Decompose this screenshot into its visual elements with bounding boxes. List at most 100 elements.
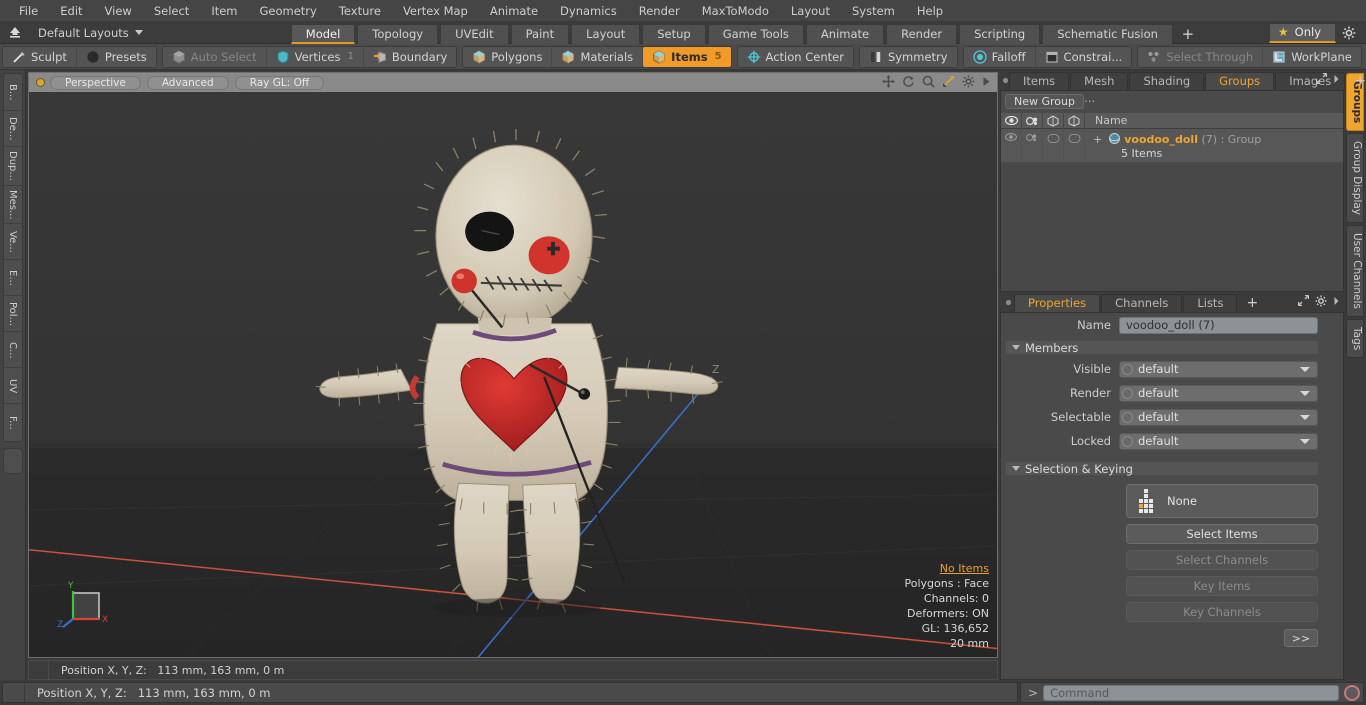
- symmetry-button[interactable]: Symmetry: [860, 47, 957, 67]
- menu-item-layout[interactable]: Layout: [780, 0, 841, 22]
- command-input[interactable]: Command: [1043, 684, 1339, 701]
- constraint-button[interactable]: Constrai...: [1036, 47, 1132, 67]
- gear-icon[interactable]: [1315, 295, 1327, 310]
- column-visibility[interactable]: [1001, 112, 1022, 129]
- tab-schematic-fusion[interactable]: Schematic Fusion: [1042, 23, 1173, 44]
- left-tab-basic[interactable]: B...: [3, 75, 22, 111]
- menu-item-item[interactable]: Item: [200, 0, 248, 22]
- row-selectable-toggle[interactable]: [1064, 129, 1085, 163]
- polygons-button[interactable]: Polygons: [463, 46, 553, 67]
- home-icon[interactable]: [4, 23, 26, 43]
- properties-add-tab-button[interactable]: +: [1238, 295, 1266, 312]
- menu-item-vertex-map[interactable]: Vertex Map: [392, 0, 479, 22]
- row-render-toggle[interactable]: [1022, 129, 1043, 163]
- tab-scripting[interactable]: Scripting: [959, 23, 1041, 44]
- tab-model[interactable]: Model: [290, 23, 356, 44]
- panel-tab-mesh[interactable]: Mesh ...: [1070, 72, 1129, 105]
- tab-setup[interactable]: Setup: [642, 23, 706, 44]
- menu-item-animate[interactable]: Animate: [479, 0, 549, 22]
- row-visibility-toggle[interactable]: [1001, 129, 1022, 163]
- render-dropdown[interactable]: default: [1119, 384, 1318, 402]
- only-toggle-button[interactable]: ★ Only: [1268, 22, 1336, 43]
- left-tab-duplicate[interactable]: Dup...: [3, 147, 22, 186]
- menu-item-system[interactable]: System: [841, 0, 906, 22]
- left-tab-edge[interactable]: E...: [3, 260, 22, 297]
- column-wireframe[interactable]: [1043, 112, 1064, 129]
- menu-item-select[interactable]: Select: [143, 0, 200, 22]
- tab-channels[interactable]: Channels: [1101, 294, 1183, 312]
- left-tab-polygon[interactable]: Pol...: [3, 296, 22, 333]
- menu-item-help[interactable]: Help: [906, 0, 954, 22]
- add-tab-button[interactable]: +: [1175, 25, 1201, 44]
- key-channels-button[interactable]: Key Channels: [1126, 602, 1318, 622]
- menu-item-texture[interactable]: Texture: [328, 0, 392, 22]
- items-button[interactable]: Items 5: [643, 46, 731, 67]
- action-center-button[interactable]: Action Center: [738, 47, 853, 67]
- menu-item-edit[interactable]: Edit: [49, 0, 93, 22]
- side-tab-tags[interactable]: Tags: [1346, 319, 1364, 359]
- locked-dropdown[interactable]: default: [1119, 432, 1318, 450]
- expand-toggle[interactable]: +: [1093, 133, 1102, 146]
- materials-button[interactable]: Materials: [552, 46, 644, 67]
- new-group-button[interactable]: New Group: [1005, 94, 1084, 109]
- tab-uvedit[interactable]: UVEdit: [440, 23, 509, 44]
- panel-menu-dot-icon[interactable]: [1002, 70, 1009, 90]
- select-channels-button[interactable]: Select Channels: [1126, 550, 1318, 570]
- expand-icon[interactable]: [1315, 72, 1328, 87]
- rotate-icon[interactable]: [902, 75, 915, 91]
- menu-item-dynamics[interactable]: Dynamics: [549, 0, 628, 22]
- tab-layout[interactable]: Layout: [571, 23, 641, 44]
- selectable-dropdown[interactable]: default: [1119, 408, 1318, 426]
- tab-paint[interactable]: Paint: [510, 23, 570, 44]
- boundary-button[interactable]: Boundary: [364, 47, 456, 67]
- layout-selector[interactable]: Default Layouts: [26, 26, 153, 40]
- selection-mode-selector[interactable]: None: [1126, 484, 1318, 518]
- 3d-viewport[interactable]: Z Y X Z No Items Polygons: Face Channel…: [28, 92, 998, 658]
- side-tab-group-display[interactable]: Group Display: [1346, 133, 1364, 224]
- raygl-selector[interactable]: Ray GL: Off: [234, 75, 325, 90]
- tab-lists[interactable]: Lists: [1183, 294, 1238, 312]
- tab-animate[interactable]: Animate: [805, 23, 885, 44]
- row-wireframe-toggle[interactable]: [1043, 129, 1064, 163]
- menu-item-geometry[interactable]: Geometry: [249, 0, 328, 22]
- column-selectable[interactable]: [1064, 112, 1085, 129]
- more-options-button[interactable]: >>: [1284, 629, 1318, 647]
- groups-list-body[interactable]: + voodoo_doll (7) : Group 5 Items: [1001, 129, 1343, 291]
- panel-tab-items[interactable]: Items: [1009, 72, 1070, 90]
- panel-tab-groups[interactable]: Groups: [1205, 72, 1275, 90]
- tab-game-tools[interactable]: Game Tools: [707, 23, 804, 44]
- record-icon[interactable]: [1344, 684, 1360, 701]
- tab-topology[interactable]: Topology: [357, 23, 439, 44]
- left-tab-deform[interactable]: De...: [3, 111, 22, 147]
- table-row[interactable]: + voodoo_doll (7) : Group 5 Items: [1001, 129, 1343, 163]
- shading-mode-selector[interactable]: Advanced: [146, 75, 229, 90]
- falloff-button[interactable]: Falloff: [964, 46, 1036, 67]
- chevron-right-icon[interactable]: [1333, 296, 1340, 309]
- name-field[interactable]: voodoo_doll (7): [1119, 316, 1318, 334]
- left-tab-extra[interactable]: [2, 448, 23, 475]
- panel-add-tab-button[interactable]: +: [1346, 73, 1366, 90]
- play-arrow-icon[interactable]: [982, 75, 991, 91]
- gear-icon[interactable]: [1336, 23, 1362, 43]
- left-tab-vertex[interactable]: Ve...: [3, 224, 22, 261]
- key-items-button[interactable]: Key Items: [1126, 576, 1318, 596]
- menu-item-file[interactable]: File: [8, 0, 49, 22]
- move-icon[interactable]: [882, 75, 895, 91]
- select-items-button[interactable]: Select Items: [1126, 524, 1318, 544]
- members-section-header[interactable]: Members: [1005, 340, 1319, 355]
- fit-icon[interactable]: [942, 75, 955, 91]
- viewport-menu-dot-icon[interactable]: [37, 79, 44, 86]
- column-render[interactable]: [1022, 112, 1043, 129]
- properties-menu-dot-icon[interactable]: [1002, 292, 1014, 312]
- left-tab-fusion[interactable]: F...: [4, 404, 22, 440]
- workplane-button[interactable]: WorkPlane: [1263, 47, 1361, 67]
- auto-select-button[interactable]: Auto Select: [163, 46, 267, 67]
- left-tab-uv[interactable]: UV: [3, 368, 22, 405]
- tab-properties[interactable]: Properties: [1014, 294, 1101, 312]
- chevron-right-icon[interactable]: [1333, 74, 1340, 87]
- panel-tab-shading[interactable]: Shading: [1129, 72, 1205, 90]
- expand-icon[interactable]: [1297, 294, 1310, 309]
- select-through-button[interactable]: Select Through: [1138, 46, 1264, 67]
- view-mode-selector[interactable]: Perspective: [50, 75, 141, 90]
- menu-item-maxtomodo[interactable]: MaxToModo: [691, 0, 780, 22]
